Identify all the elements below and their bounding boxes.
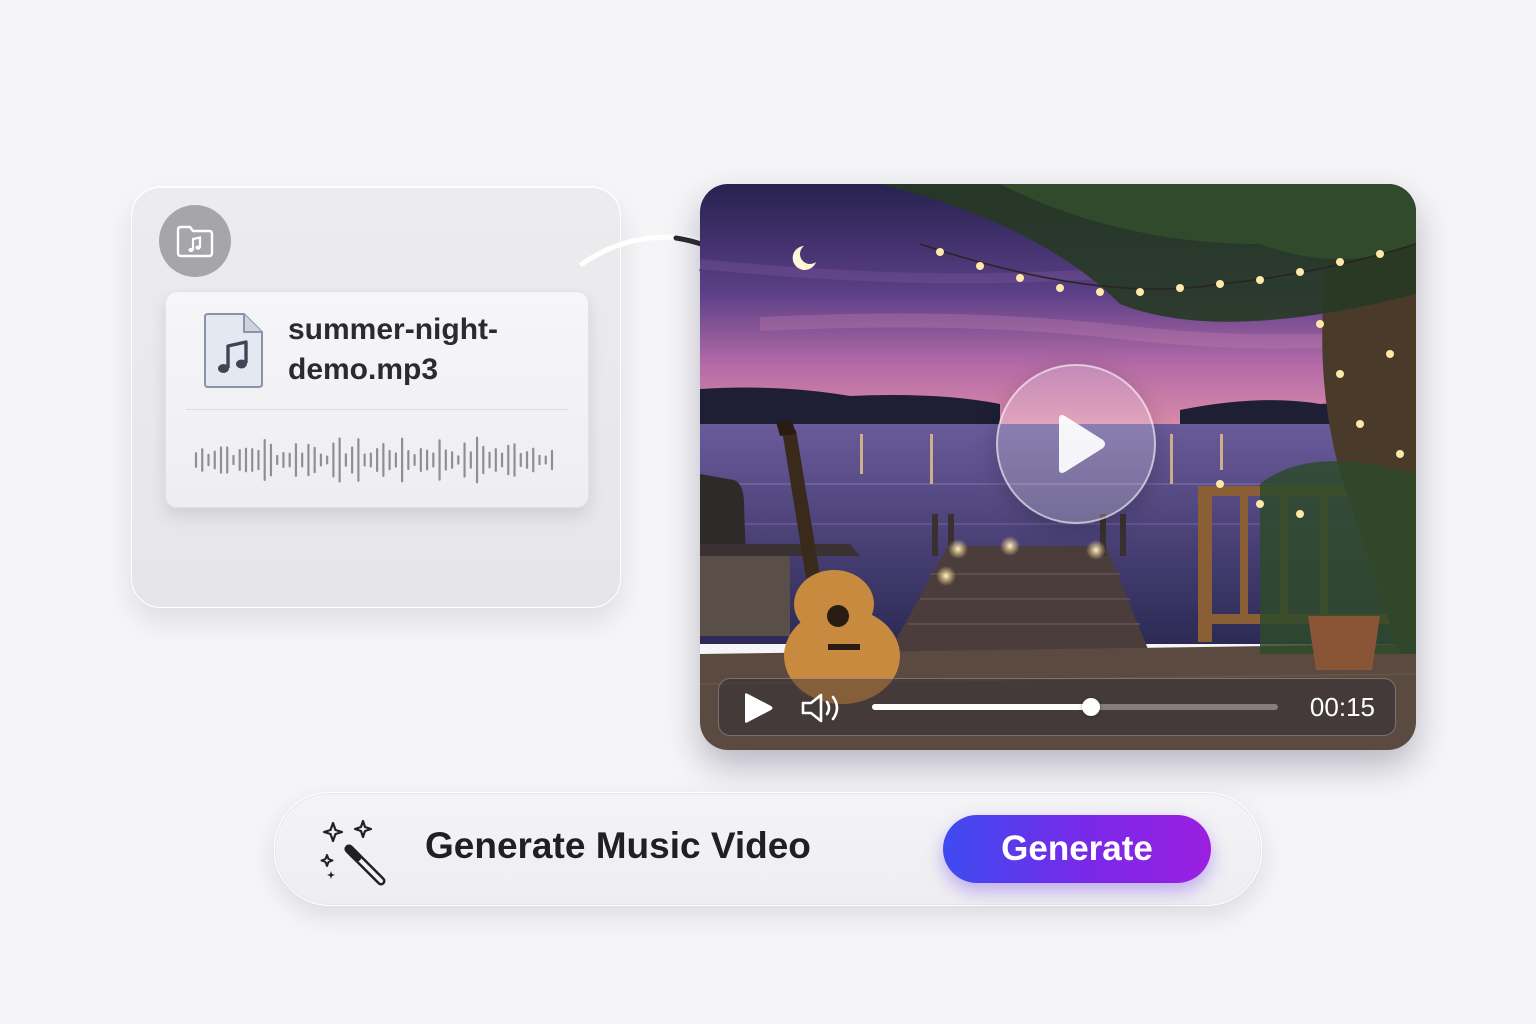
volume-icon[interactable] [799, 691, 847, 725]
big-play-button[interactable] [996, 364, 1156, 524]
upload-panel: summer-night-demo.mp3 [131, 186, 621, 608]
video-preview[interactable]: 00:15 [700, 184, 1416, 750]
music-folder-button[interactable] [159, 205, 231, 277]
generate-bar: Generate Music Video Generate [274, 792, 1262, 906]
generate-button[interactable]: Generate [943, 815, 1211, 883]
file-card[interactable]: summer-night-demo.mp3 [165, 291, 589, 508]
magic-wand-icon [320, 819, 386, 886]
play-icon[interactable] [741, 692, 775, 724]
file-name: summer-night-demo.mp3 [288, 313, 498, 386]
divider [186, 409, 568, 410]
progress-fill [872, 704, 1092, 710]
current-time: 00:15 [1309, 692, 1375, 722]
generate-title: Generate Music Video [425, 825, 811, 866]
progress-bar[interactable] [872, 698, 1278, 716]
play-icon [1059, 415, 1105, 473]
music-file-icon [204, 313, 263, 388]
video-controls: 00:15 [718, 678, 1396, 736]
audio-waveform [194, 436, 554, 484]
progress-thumb[interactable] [1082, 698, 1101, 716]
music-folder-icon [176, 225, 214, 258]
